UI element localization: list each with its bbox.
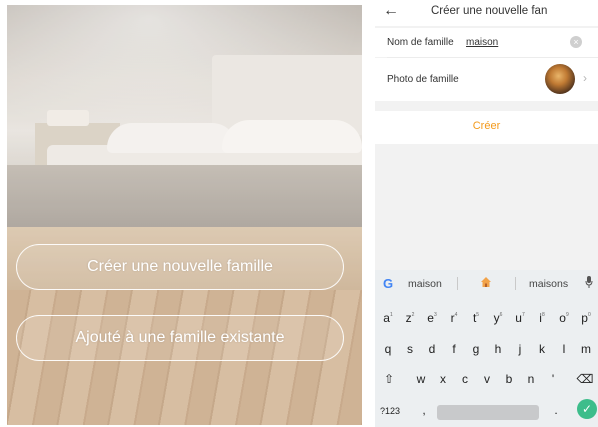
home-emoji-icon[interactable] bbox=[480, 276, 492, 288]
key-q[interactable]: q bbox=[379, 342, 397, 356]
key-x[interactable]: x bbox=[434, 372, 452, 386]
key-apostrophe[interactable]: ' bbox=[544, 372, 562, 386]
background-overlay bbox=[7, 5, 362, 425]
suggestion-bar: G maison maisons bbox=[375, 270, 598, 296]
join-family-button[interactable]: Ajouté à une famille existante bbox=[16, 315, 344, 361]
key-c[interactable]: c bbox=[456, 372, 474, 386]
key-h[interactable]: h bbox=[489, 342, 507, 356]
key-d[interactable]: d bbox=[423, 342, 441, 356]
key-u[interactable]: u7 bbox=[511, 311, 529, 325]
suggestion-separator bbox=[515, 277, 516, 290]
suggestion-right[interactable]: maisons bbox=[529, 278, 568, 290]
key-y[interactable]: y6 bbox=[489, 311, 507, 325]
family-name-label: Nom de famille bbox=[387, 37, 454, 48]
key-m[interactable]: m bbox=[577, 342, 595, 356]
key-a[interactable]: a1 bbox=[379, 311, 397, 325]
key-r[interactable]: r4 bbox=[445, 311, 463, 325]
key-t[interactable]: t5 bbox=[467, 311, 485, 325]
page-title: Créer une nouvelle fan bbox=[431, 5, 548, 17]
create-family-button[interactable]: Créer une nouvelle famille bbox=[16, 244, 344, 290]
welcome-screen: Créer une nouvelle famille Ajouté à une … bbox=[7, 5, 362, 425]
key-g[interactable]: g bbox=[467, 342, 485, 356]
key-w[interactable]: w bbox=[412, 372, 430, 386]
google-icon[interactable]: G bbox=[383, 276, 393, 291]
create-button[interactable]: Créer bbox=[375, 120, 598, 132]
key-i[interactable]: i8 bbox=[533, 311, 551, 325]
create-row[interactable]: Créer bbox=[375, 111, 598, 144]
key-b[interactable]: b bbox=[500, 372, 518, 386]
key-l[interactable]: l bbox=[555, 342, 573, 356]
numbers-key[interactable]: ?123 bbox=[380, 406, 402, 416]
key-period[interactable]: . bbox=[547, 403, 565, 417]
enter-check-icon[interactable]: ✓ bbox=[577, 399, 597, 419]
key-p[interactable]: p0 bbox=[577, 311, 595, 325]
microphone-icon[interactable] bbox=[585, 276, 593, 288]
family-photo-avatar[interactable] bbox=[545, 64, 575, 94]
key-e[interactable]: e3 bbox=[423, 311, 441, 325]
family-photo-label: Photo de famille bbox=[387, 74, 459, 85]
on-screen-keyboard: G maison maisons a1 z2 e3 r4 t5 y6 u7 i8… bbox=[375, 270, 598, 427]
key-z[interactable]: z2 bbox=[401, 311, 419, 325]
clear-icon[interactable]: × bbox=[570, 36, 582, 48]
space-bar[interactable] bbox=[437, 405, 539, 420]
key-o[interactable]: o9 bbox=[555, 311, 573, 325]
key-comma[interactable]: , bbox=[415, 403, 433, 417]
key-v[interactable]: v bbox=[478, 372, 496, 386]
key-k[interactable]: k bbox=[533, 342, 551, 356]
suggestion-left[interactable]: maison bbox=[408, 278, 442, 290]
family-photo-row[interactable]: Photo de famille › bbox=[375, 58, 598, 101]
suggestion-separator bbox=[457, 277, 458, 290]
key-j[interactable]: j bbox=[511, 342, 529, 356]
family-name-input[interactable]: maison bbox=[466, 37, 498, 48]
chevron-right-icon: › bbox=[583, 71, 587, 85]
key-s[interactable]: s bbox=[401, 342, 419, 356]
family-name-row[interactable]: Nom de famille maison × bbox=[375, 28, 598, 57]
top-bar: ← Créer une nouvelle fan bbox=[375, 0, 598, 26]
key-n[interactable]: n bbox=[522, 372, 540, 386]
back-arrow-icon[interactable]: ← bbox=[383, 2, 399, 20]
backspace-icon[interactable]: ⌫ bbox=[576, 372, 594, 386]
key-f[interactable]: f bbox=[445, 342, 463, 356]
shift-icon[interactable]: ⇧ bbox=[380, 372, 398, 386]
create-family-screen: ← Créer une nouvelle fan Nom de famille … bbox=[375, 0, 598, 427]
